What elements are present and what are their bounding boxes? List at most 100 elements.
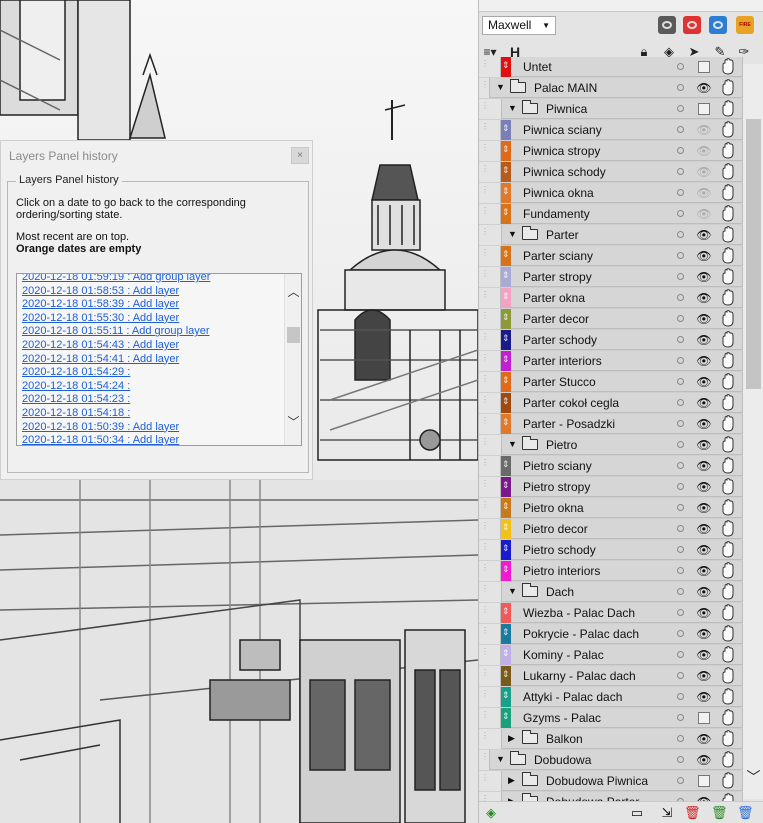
layer-group-row[interactable]: ⋮ ▶ Dobudowa Piwnica	[479, 771, 743, 792]
drag-handle-icon[interactable]: ⋮	[481, 81, 489, 94]
hand-icon[interactable]	[719, 688, 737, 706]
hand-icon[interactable]	[719, 331, 737, 349]
hand-icon[interactable]	[719, 121, 737, 139]
layer-list[interactable]: ⋮ Untet ⋮ ▼ Palac MAIN 👁︎ ⋮ ▼ Piwnica ⋮ Piwnica sc…	[479, 57, 743, 801]
eye-icon[interactable]: 👁︎	[696, 564, 712, 578]
layer-color-swatch[interactable]	[501, 246, 511, 266]
eye-icon[interactable]: 👁︎	[696, 417, 712, 431]
active-layer-radio[interactable]	[677, 189, 684, 196]
active-layer-radio[interactable]	[677, 567, 684, 574]
hand-icon[interactable]	[719, 583, 737, 601]
eye-icon[interactable]: 👁︎	[696, 249, 712, 263]
drag-handle-icon[interactable]: ⋮	[481, 123, 489, 136]
layer-row[interactable]: ⋮ Wiezba - Palac Dach 👁︎	[479, 603, 743, 624]
eye-icon[interactable]: 👁︎	[696, 375, 712, 389]
history-entry-link[interactable]: 2020-12-18 01:55:30 : Add layer	[22, 312, 282, 326]
collapse-arrow-icon[interactable]: ▼	[508, 586, 517, 596]
hand-icon[interactable]	[719, 226, 737, 244]
hand-icon[interactable]	[719, 205, 737, 223]
history-entry-link[interactable]: 2020-12-18 01:54:29 :	[22, 366, 282, 380]
history-entry-link[interactable]: 2020-12-18 01:54:43 : Add layer	[22, 339, 282, 353]
eye-icon[interactable]: 👁︎	[696, 186, 712, 200]
drag-handle-icon[interactable]: ⋮	[481, 144, 489, 157]
history-entry-link[interactable]: 2020-12-18 01:50:34 : Add layer	[22, 434, 282, 445]
drag-handle-icon[interactable]: ⋮	[481, 564, 489, 577]
hand-icon[interactable]	[719, 478, 737, 496]
hand-icon[interactable]	[719, 562, 737, 580]
layer-group-row[interactable]: ⋮ ▶ Balkon 👁︎	[479, 729, 743, 750]
layer-group-row[interactable]: ⋮ ▼ Dobudowa 👁︎	[479, 750, 743, 771]
drag-handle-icon[interactable]: ⋮	[481, 375, 489, 388]
eye-icon[interactable]: 👁︎	[696, 627, 712, 641]
hand-icon[interactable]	[719, 520, 737, 538]
eye-icon[interactable]: 👁︎	[696, 522, 712, 536]
hand-icon[interactable]	[719, 604, 737, 622]
layer-color-swatch[interactable]	[501, 183, 511, 203]
layer-row[interactable]: ⋮ Parter interiors 👁︎	[479, 351, 743, 372]
active-layer-radio[interactable]	[677, 147, 684, 154]
layer-row[interactable]: ⋮ Pietro stropy 👁︎	[479, 477, 743, 498]
layer-group-row[interactable]: ⋮ ▼ Pietro 👁︎	[479, 435, 743, 456]
layer-color-swatch[interactable]	[501, 57, 511, 77]
layer-row[interactable]: ⋮ Parter sciany 👁︎	[479, 246, 743, 267]
history-list[interactable]: 2020-12-18 01:59:19 : Add group layer 202…	[16, 273, 302, 446]
hand-icon[interactable]	[719, 79, 737, 97]
visibility-checkbox[interactable]	[698, 775, 710, 787]
layer-row[interactable]: ⋮ Parter okna 👁︎	[479, 288, 743, 309]
collapse-arrow-icon[interactable]: ▼	[508, 103, 517, 113]
active-layer-radio[interactable]	[677, 777, 684, 784]
layer-row[interactable]: ⋮ Parter cokoł cegla 👁︎	[479, 393, 743, 414]
history-entry-link[interactable]: 2020-12-18 01:54:24 :	[22, 380, 282, 394]
layer-row[interactable]: ⋮ Lukarny - Palac dach 👁︎	[479, 666, 743, 687]
drag-handle-icon[interactable]: ⋮	[481, 186, 489, 199]
eye-icon[interactable]: 👁︎	[696, 396, 712, 410]
layer-row[interactable]: ⋮ Untet	[479, 57, 743, 78]
scrollbar-thumb[interactable]	[746, 119, 761, 389]
history-entry-link[interactable]: 2020-12-18 01:58:39 : Add layer	[22, 298, 282, 312]
hand-icon[interactable]	[719, 184, 737, 202]
layer-row[interactable]: ⋮ Piwnica okna 👁︎	[479, 183, 743, 204]
panel-scrollbar[interactable]: ﹀	[743, 64, 763, 799]
close-icon[interactable]: ×	[291, 147, 309, 164]
drag-handle-icon[interactable]: ⋮	[481, 249, 489, 262]
drag-handle-icon[interactable]: ⋮	[481, 522, 489, 535]
layer-row[interactable]: ⋮ Kominy - Palac 👁︎	[479, 645, 743, 666]
active-layer-radio[interactable]	[677, 105, 684, 112]
drag-handle-icon[interactable]: ⋮	[481, 459, 489, 472]
active-layer-radio[interactable]	[677, 168, 684, 175]
hand-icon[interactable]	[719, 625, 737, 643]
drag-handle-icon[interactable]: ⋮	[481, 354, 489, 367]
layers-stack-icon[interactable]: ◈	[483, 805, 499, 821]
layer-row[interactable]: ⋮ Pietro decor 👁︎	[479, 519, 743, 540]
drag-handle-icon[interactable]: ⋮	[481, 753, 489, 766]
scroll-down-icon[interactable]: ﹀	[287, 416, 300, 428]
hand-icon[interactable]	[719, 772, 737, 790]
eye-icon[interactable]: 👁︎	[696, 291, 712, 305]
eye-icon[interactable]: 👁︎	[696, 753, 712, 767]
drag-handle-icon[interactable]: ⋮	[481, 690, 489, 703]
drag-handle-icon[interactable]: ⋮	[481, 648, 489, 661]
drag-handle-icon[interactable]: ⋮	[481, 312, 489, 325]
active-layer-radio[interactable]	[677, 315, 684, 322]
active-layer-radio[interactable]	[677, 294, 684, 301]
hand-icon[interactable]	[719, 415, 737, 433]
drag-handle-icon[interactable]: ⋮	[481, 711, 489, 724]
active-layer-radio[interactable]	[677, 714, 684, 721]
eye-icon[interactable]: 👁︎	[696, 543, 712, 557]
layer-color-swatch[interactable]	[501, 288, 511, 308]
hand-icon[interactable]	[719, 646, 737, 664]
active-layer-radio[interactable]	[677, 609, 684, 616]
eye-icon[interactable]: 👁︎	[696, 228, 712, 242]
eye-icon[interactable]: 👁︎	[696, 354, 712, 368]
layer-row[interactable]: ⋮ Pietro sciany 👁︎	[479, 456, 743, 477]
layer-color-swatch[interactable]	[501, 645, 511, 665]
drag-handle-icon[interactable]: ⋮	[481, 606, 489, 619]
layer-color-swatch[interactable]	[501, 603, 511, 623]
active-layer-radio[interactable]	[677, 252, 684, 259]
active-layer-radio[interactable]	[677, 273, 684, 280]
eye-icon[interactable]: 👁︎	[696, 732, 712, 746]
drag-handle-icon[interactable]: ⋮	[481, 732, 489, 745]
hand-icon[interactable]	[719, 289, 737, 307]
active-layer-radio[interactable]	[677, 588, 684, 595]
hand-icon[interactable]	[719, 373, 737, 391]
